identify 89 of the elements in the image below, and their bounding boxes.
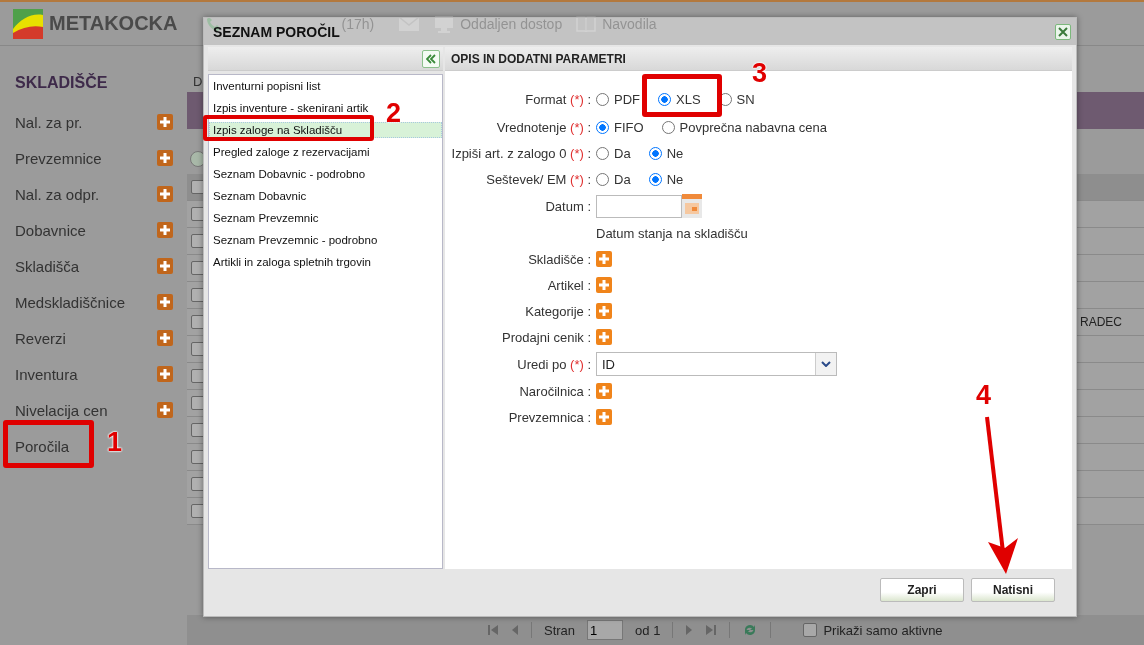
logo-icon — [13, 8, 43, 39]
field-label: Seštevek/ EM (*) : — [485, 171, 591, 187]
radio-button[interactable] — [648, 146, 662, 160]
report-item[interactable]: Seznam Dobavnic — [209, 188, 308, 204]
plus-icon[interactable] — [157, 150, 173, 166]
dialog-button[interactable]: Natisni — [971, 578, 1055, 602]
dialog-title: SEZNAM POROČIL — [213, 23, 340, 40]
field-label: Prodajni cenik : — [501, 329, 591, 345]
report-item[interactable]: Seznam Prevzemnic — [209, 210, 320, 226]
report-item[interactable]: Seznam Dobavnic - podrobno — [209, 166, 367, 182]
sidebar-item[interactable]: Nivelacija cen — [15, 401, 108, 419]
radio-button[interactable] — [661, 120, 675, 134]
field-label: Uredi po (*) : — [516, 356, 591, 372]
radio-button[interactable] — [596, 92, 609, 106]
option-label: Da — [614, 171, 631, 187]
checkbox-label: Prikaži samo aktivne — [823, 622, 943, 638]
option-label: Ne — [666, 145, 684, 161]
plus-icon[interactable] — [157, 186, 173, 202]
plus-icon[interactable] — [596, 409, 612, 425]
report-item[interactable]: Inventurni popisni list — [209, 78, 322, 94]
field-label: Izpiši art. z zalogo 0 (*) : — [450, 145, 591, 161]
report-item[interactable]: Artikli in zaloga spletnih trgovin — [209, 254, 372, 270]
plus-icon[interactable] — [596, 329, 612, 345]
report-item[interactable]: Seznam Prevzemnic - podrobno — [209, 232, 379, 248]
page-heading: D — [193, 74, 203, 91]
plus-icon[interactable] — [157, 294, 173, 310]
calendar-icon[interactable] — [682, 194, 702, 218]
radio-button[interactable] — [596, 146, 609, 160]
step-number: 4 — [976, 382, 992, 409]
plus-icon[interactable] — [596, 251, 612, 267]
plus-icon[interactable] — [596, 303, 612, 319]
table-cell: RADEC — [1080, 315, 1122, 329]
close-icon — [1058, 26, 1068, 37]
sidebar-item[interactable]: Skladišča — [15, 257, 80, 275]
date-hint: Datum stanja na skladišču — [596, 224, 749, 243]
report-item[interactable]: Izpis zaloge na Skladišču — [209, 122, 442, 138]
double-chevron-left-icon — [426, 53, 436, 64]
plus-icon[interactable] — [157, 114, 173, 130]
chevron-down-icon — [821, 361, 831, 367]
sidebar-item[interactable]: Dobavnice — [15, 221, 86, 239]
field-label: Naročilnica : — [518, 383, 591, 399]
field-label: Vrednotenje (*) : — [495, 119, 591, 135]
collapse-button[interactable] — [422, 49, 440, 68]
sidebar-item[interactable]: Reverzi — [15, 329, 66, 347]
radio-button[interactable] — [658, 92, 671, 106]
sidebar-item[interactable]: Poročila — [15, 437, 70, 455]
option-label: Ne — [666, 171, 684, 187]
plus-icon[interactable] — [157, 330, 173, 346]
field-label: Kategorije : — [524, 303, 591, 319]
page-count: od 1 — [635, 622, 661, 638]
page-field[interactable]: 1 — [587, 620, 624, 640]
sort-select[interactable]: ID — [596, 352, 837, 376]
radio-button[interactable] — [648, 172, 662, 186]
logo-text: METAKOCKA — [49, 12, 178, 35]
plus-icon[interactable] — [157, 258, 173, 274]
option-label: PDF — [614, 91, 640, 107]
close-button[interactable] — [1055, 23, 1071, 40]
field-label: Prevzemnica : — [507, 409, 591, 425]
sidebar-item[interactable]: Inventura — [15, 365, 78, 383]
option-label: SN — [736, 91, 755, 107]
monitor-icon[interactable] — [434, 14, 455, 33]
option-label: XLS — [676, 91, 701, 107]
plus-icon[interactable] — [157, 222, 173, 238]
field-label: Skladišče : — [527, 251, 591, 267]
option-label: Da — [614, 145, 631, 161]
plus-icon[interactable] — [596, 383, 612, 399]
sidebar-item[interactable]: Medskladiščnice — [15, 293, 126, 311]
report-item[interactable]: Pregled zaloge z rezervacijami — [209, 144, 371, 160]
plus-icon[interactable] — [596, 277, 612, 293]
plus-icon[interactable] — [157, 366, 173, 382]
section-title: SKLADIŠČE — [15, 74, 109, 92]
date-field[interactable] — [596, 194, 682, 218]
step-number: 1 — [107, 429, 123, 456]
field-label: Datum : — [544, 198, 591, 214]
plus-icon[interactable] — [157, 402, 173, 418]
option-label: Povprečna nabavna cena — [679, 119, 828, 135]
radio-button[interactable] — [596, 120, 609, 134]
sidebar-item[interactable]: Nal. za pr. — [15, 113, 83, 131]
field-label: Artikel : — [546, 277, 591, 293]
radio-button[interactable] — [596, 172, 609, 186]
dialog-button[interactable]: Zapri — [880, 578, 964, 602]
sidebar-item[interactable]: Nal. za odpr. — [15, 185, 100, 203]
page-label: Stran — [544, 622, 576, 638]
field-label: Format (*) : — [524, 91, 591, 107]
checkbox[interactable] — [803, 623, 818, 637]
option-label: FIFO — [614, 119, 644, 135]
sidebar-item[interactable]: Prevzemnice — [15, 149, 102, 167]
report-item[interactable]: Izpis inventure - skenirani artik — [209, 100, 370, 116]
book-icon[interactable] — [576, 15, 597, 32]
